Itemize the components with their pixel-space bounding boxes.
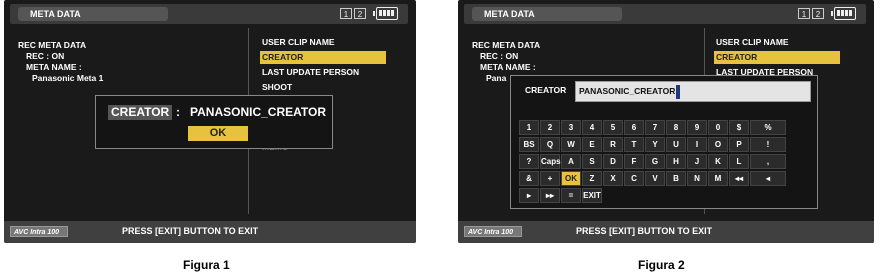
key-button[interactable]: D	[603, 154, 623, 169]
slot-2-icon: 2	[354, 8, 366, 19]
bottom-bar: AVC Intra 100 PRESS [EXIT] BUTTON TO EXI…	[458, 221, 874, 243]
key-button[interactable]: K	[708, 154, 728, 169]
figure1-screen: META DATA 1 2 REC META DATA REC : ON MET…	[4, 0, 416, 243]
key-button[interactable]: 2	[540, 120, 560, 135]
window-title: META DATA	[18, 7, 168, 21]
avc-intra-logo: AVC Intra 100	[464, 226, 522, 237]
meta-name-label: META NAME :	[26, 62, 82, 72]
key-ok[interactable]: OK	[561, 171, 581, 186]
card-slot-indicators: 1 2	[340, 8, 366, 19]
key-button[interactable]: Y	[645, 137, 665, 152]
key-button[interactable]: ?	[519, 154, 539, 169]
window-title: META DATA	[472, 7, 622, 21]
text-cursor	[676, 84, 681, 99]
keyboard-dialog: CREATOR PANASONIC_CREATOR 1 2 3 4 5 6 7 8 9 0 $% BS…	[510, 75, 818, 209]
key-button[interactable]: Q	[540, 137, 560, 152]
key-button[interactable]: ◂◂	[729, 171, 749, 186]
key-button[interactable]: V	[645, 171, 665, 186]
key-button[interactable]: EXIT	[582, 188, 602, 203]
key-button[interactable]: F	[624, 154, 644, 169]
input-text: PANASONIC_CREATOR	[579, 86, 676, 96]
key-button[interactable]: X	[603, 171, 623, 186]
rec-meta-heading: REC META DATA	[18, 40, 87, 50]
battery-icon	[373, 7, 398, 20]
key-button[interactable]: 0	[708, 120, 728, 135]
battery-icon	[831, 7, 856, 20]
slot-1-icon: 1	[340, 8, 352, 19]
menu-item[interactable]: USER CLIP NAME	[260, 36, 416, 49]
key-button[interactable]: Z	[582, 171, 602, 186]
dialog-label: CREATOR	[108, 105, 173, 120]
exit-hint: PRESS [EXIT] BUTTON TO EXIT	[122, 226, 259, 236]
key-button[interactable]: W	[561, 137, 581, 152]
key-button[interactable]: R	[603, 137, 623, 152]
key-button[interactable]: 6	[624, 120, 644, 135]
key-button[interactable]: P	[729, 137, 749, 152]
key-button[interactable]: ,	[750, 154, 786, 169]
dialog-value: PANASONIC_CREATOR	[190, 105, 327, 119]
menu-item[interactable]: USER CLIP NAME	[714, 36, 874, 49]
rec-status: REC : ON	[480, 51, 519, 61]
key-button[interactable]: M	[708, 171, 728, 186]
slot-1-icon: 1	[798, 8, 810, 19]
key-button[interactable]: B	[666, 171, 686, 186]
top-bar: META DATA 1 2	[464, 4, 866, 24]
key-button[interactable]: J	[687, 154, 707, 169]
exit-hint: PRESS [EXIT] BUTTON TO EXIT	[576, 226, 713, 236]
key-button[interactable]: U	[666, 137, 686, 152]
meta-name-value: Panasonic Meta 1	[32, 73, 104, 83]
key-button[interactable]: 4	[582, 120, 602, 135]
key-button[interactable]: 8	[666, 120, 686, 135]
keyboard-keys: 1 2 3 4 5 6 7 8 9 0 $% BS Q W E R T Y U I O P!? Caps A S D F G H J K L,…	[519, 120, 786, 203]
key-button[interactable]: C	[624, 171, 644, 186]
key-button[interactable]: BS	[519, 137, 539, 152]
key-button[interactable]: %	[750, 120, 786, 135]
rec-meta-panel: REC META DATA REC : ON META NAME : Panas…	[18, 40, 103, 84]
key-button[interactable]: ▸	[519, 188, 539, 203]
key-button[interactable]: S	[582, 154, 602, 169]
key-button[interactable]: ▸▸	[540, 188, 560, 203]
key-button[interactable]: 1	[519, 120, 539, 135]
menu-item-selected[interactable]: CREATOR	[260, 51, 386, 64]
key-button[interactable]: L	[729, 154, 749, 169]
key-button[interactable]: !	[750, 137, 786, 152]
key-button[interactable]: E	[582, 137, 602, 152]
key-button[interactable]: O	[708, 137, 728, 152]
key-button[interactable]: +	[540, 171, 560, 186]
caption-figure-1: Figura 1	[183, 258, 230, 272]
key-button[interactable]: T	[624, 137, 644, 152]
slot-2-icon: 2	[812, 8, 824, 19]
key-button[interactable]: A	[561, 154, 581, 169]
menu-item-selected[interactable]: CREATOR	[714, 51, 840, 64]
key-button[interactable]: 5	[603, 120, 623, 135]
bottom-bar: AVC Intra 100 PRESS [EXIT] BUTTON TO EXI…	[4, 221, 416, 243]
meta-name-label: META NAME :	[480, 62, 536, 72]
key-button[interactable]: 9	[687, 120, 707, 135]
avc-intra-logo: AVC Intra 100	[10, 226, 68, 237]
key-button[interactable]: 7	[645, 120, 665, 135]
key-button[interactable]: =	[561, 188, 581, 203]
key-button[interactable]: I	[687, 137, 707, 152]
menu-item[interactable]: LAST UPDATE PERSON	[260, 66, 416, 79]
key-button[interactable]: ◂	[750, 171, 786, 186]
ok-button[interactable]: OK	[188, 126, 248, 141]
rec-status: REC : ON	[26, 51, 65, 61]
key-button[interactable]: &	[519, 171, 539, 186]
key-button[interactable]: Caps	[540, 154, 561, 169]
rec-meta-heading: REC META DATA	[472, 40, 541, 50]
creator-input[interactable]: PANASONIC_CREATOR	[575, 81, 811, 102]
caption-figure-2: Figura 2	[638, 258, 685, 272]
key-button[interactable]: H	[666, 154, 686, 169]
key-button[interactable]: N	[687, 171, 707, 186]
card-slot-indicators: 1 2	[798, 8, 824, 19]
menu-item[interactable]: SHOOT	[260, 81, 416, 94]
key-button[interactable]: $	[729, 120, 749, 135]
key-button[interactable]: 3	[561, 120, 581, 135]
field-label: CREATOR	[525, 85, 567, 95]
dialog-colon: :	[176, 105, 180, 119]
key-button[interactable]: G	[645, 154, 665, 169]
creator-dialog: CREATOR : PANASONIC_CREATOR OK	[95, 95, 333, 149]
top-bar: META DATA 1 2	[10, 4, 408, 24]
figure2-screen: META DATA 1 2 REC META DATA REC : ON MET…	[458, 0, 874, 243]
